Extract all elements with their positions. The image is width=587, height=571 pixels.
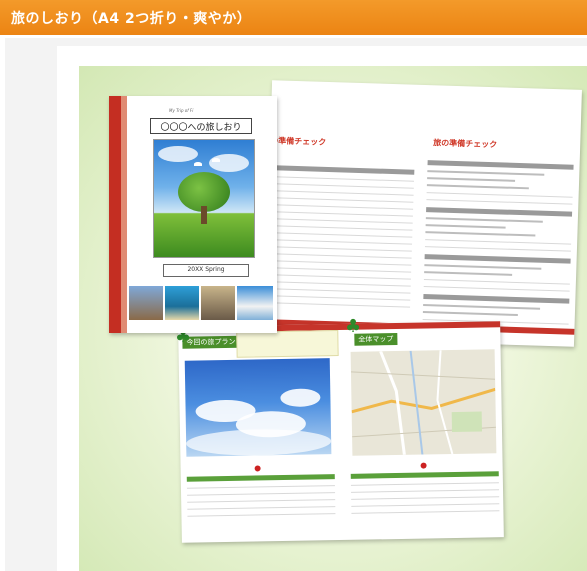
cover-date-box: 20XX Spring [163,264,249,277]
cover-title-box: 〇〇〇への旅しおり [150,118,252,134]
photo-thumb-1 [129,286,163,320]
photo-thumb-3 [201,286,235,320]
pin-icon [254,465,261,472]
photo-thumb-2 [165,286,199,320]
checklist-title-left: の準備チェック [270,136,327,147]
cover-date: 20XX Spring [187,266,225,273]
map-image [350,349,497,456]
plan-table-left [186,474,336,532]
cover-booklet: My Trip of Fi 〇〇〇への旅しおり 20XX Spring [109,96,277,333]
note-box [236,330,339,358]
checklist-title-right: 旅の準備チェック [433,138,498,150]
cover-spine [109,96,121,333]
checklist-left [270,158,415,308]
pin-icon [420,462,427,469]
cover-title: 〇〇〇への旅しおり [160,123,242,133]
plan-map-spread: 今回の旅プラン 全体マップ [178,321,504,543]
page-title: 旅のしおり（A4 2つ折り・爽やか） [11,11,252,27]
photo-thumb-4 [237,286,273,320]
plan-table-right [350,471,500,529]
clover-icon: ♣ [345,316,362,337]
checklist-right [422,153,574,325]
checklist-spread: の準備チェック 旅の準備チェック [264,80,582,347]
cover-spine-accent [121,96,127,333]
cover-subtitle: My Trip of Fi [169,108,194,113]
template-preview-image[interactable]: の準備チェック 旅の準備チェック 今回の旅プラン 全体マップ ♣ ♣ My Tr… [79,66,587,571]
tree-photo [153,139,255,258]
sky-photo [184,358,332,457]
page-header: 旅のしおり（A4 2つ折り・爽やか） [0,0,587,35]
